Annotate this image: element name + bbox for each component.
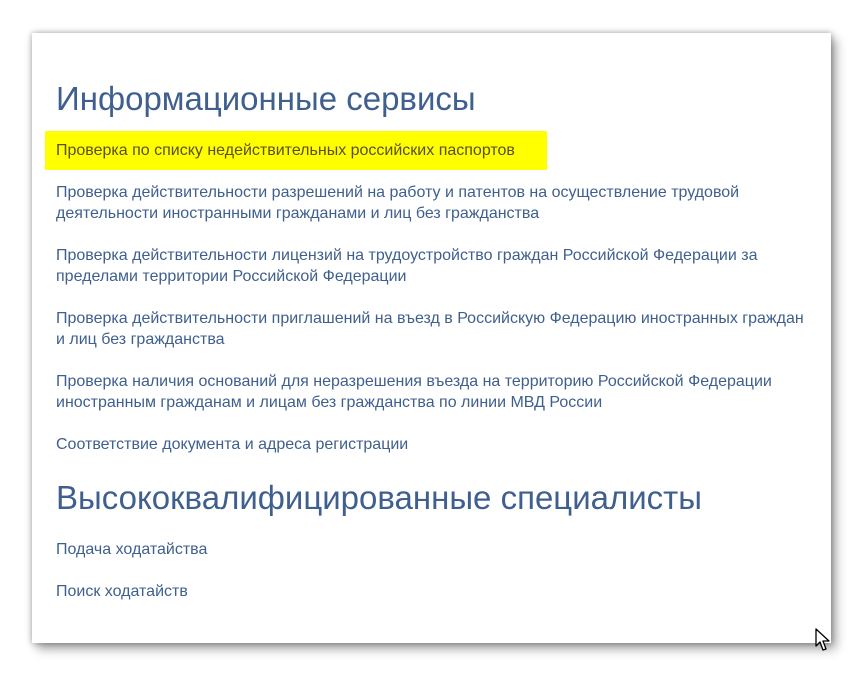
services-panel: Информационные сервисы Проверка по списк… (32, 33, 831, 643)
link-invalid-passports-check[interactable]: Проверка по списку недействительных росс… (45, 131, 547, 170)
section-title-highly-qualified-specialists: Высококвалифицированные специалисты (56, 479, 703, 516)
link-entry-ban-check[interactable]: Проверка наличия оснований для неразреше… (56, 371, 806, 413)
link-work-permits-check[interactable]: Проверка действительности разрешений на … (56, 182, 806, 224)
section-title-information-services: Информационные сервисы (56, 80, 476, 117)
link-search-petitions[interactable]: Поиск ходатайств (56, 581, 806, 602)
mouse-pointer-icon (815, 628, 830, 651)
link-submit-petition[interactable]: Подача ходатайства (56, 539, 806, 560)
link-document-address-match[interactable]: Соответствие документа и адреса регистра… (56, 434, 806, 455)
link-employment-licenses-check[interactable]: Проверка действительности лицензий на тр… (56, 245, 806, 287)
link-entry-invitations-check[interactable]: Проверка действительности приглашений на… (56, 308, 806, 350)
